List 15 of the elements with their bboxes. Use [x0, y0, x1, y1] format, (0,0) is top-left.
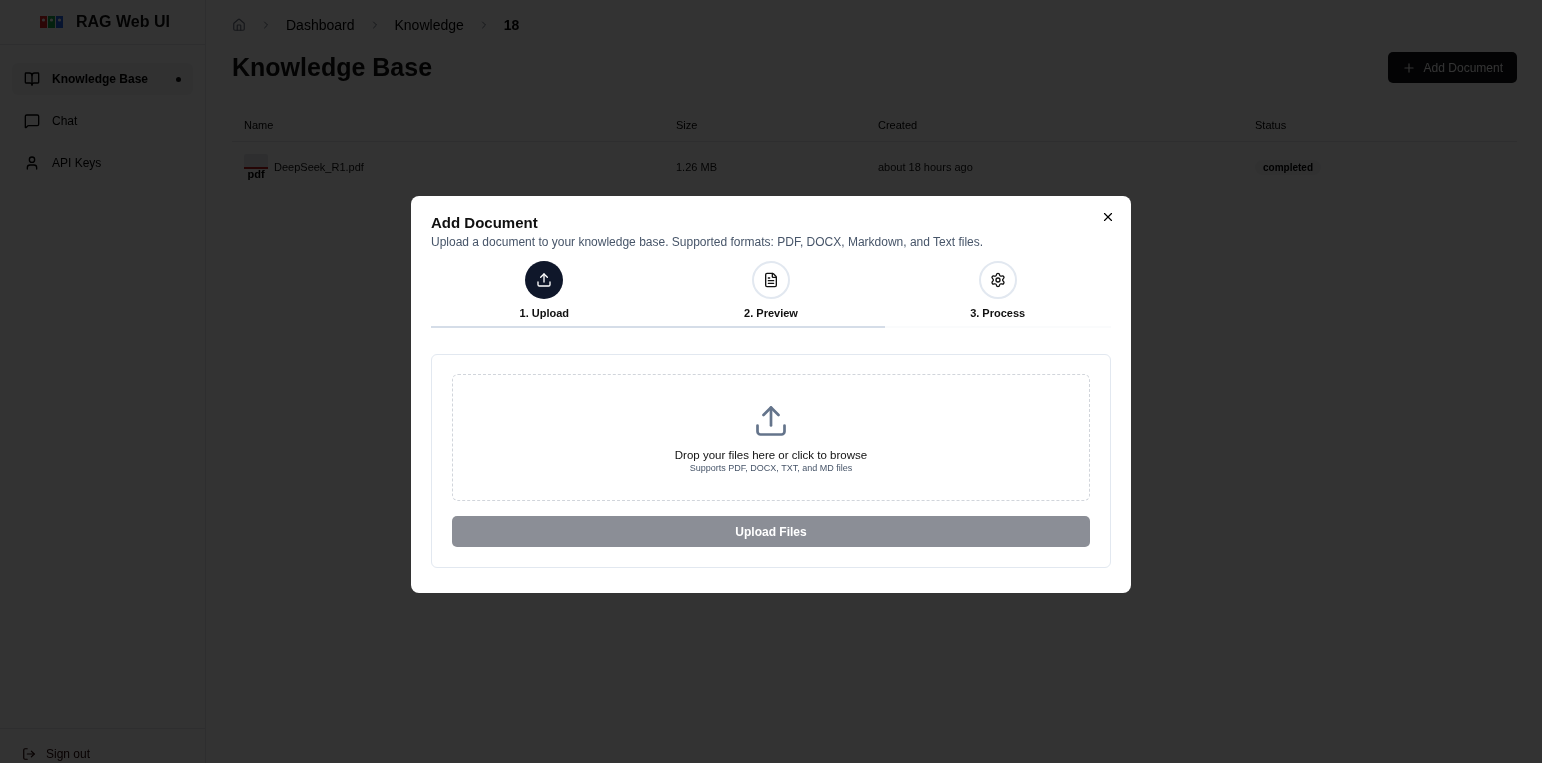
dropzone-title: Drop your files here or click to browse	[674, 448, 868, 461]
gear-icon	[989, 272, 1006, 288]
upload-icon	[536, 272, 553, 288]
step-button[interactable]	[525, 261, 564, 299]
dialog-description: Upload a document to your knowledge base. Supported formats: PDF, DOCX, Markdown, and Text files.	[431, 235, 985, 249]
step-button[interactable]	[752, 261, 790, 299]
dialog-title: Add Document	[431, 214, 538, 231]
file-dropzone[interactable]: Drop your files here or click to browse Supports PDF, DOCX, TXT, and MD files	[452, 374, 1090, 501]
document-icon	[763, 272, 779, 288]
step-label: 1. Upload	[519, 307, 570, 319]
close-icon	[1101, 210, 1115, 224]
step-button[interactable]	[978, 261, 1017, 299]
step-label: 3. Process	[970, 307, 1026, 319]
dropzone-hint: Supports PDF, DOCX, TXT, and MD files	[689, 462, 853, 473]
step-label: 2. Preview	[744, 307, 798, 319]
